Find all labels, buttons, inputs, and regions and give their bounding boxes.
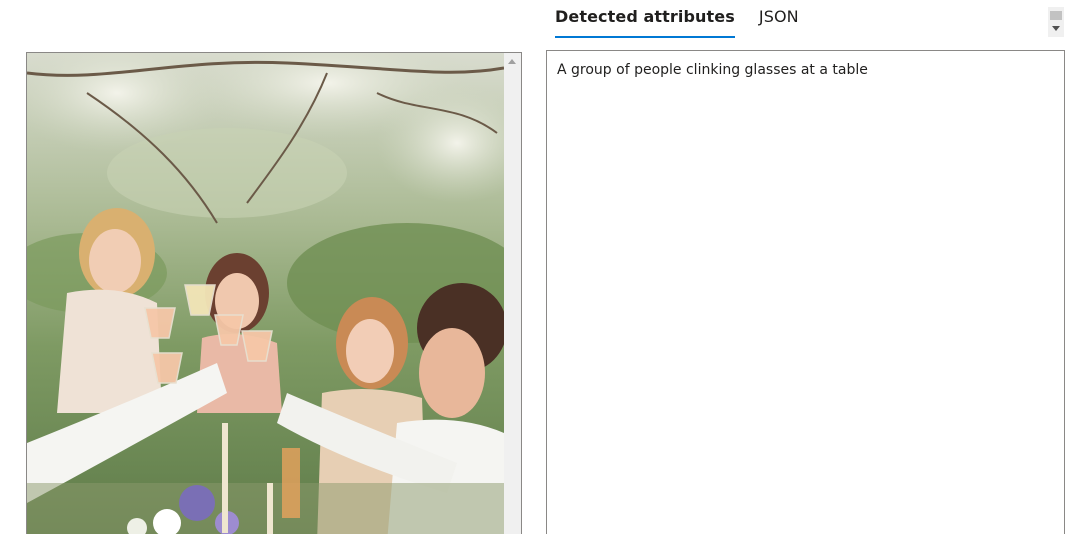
image-scrollbar[interactable] [504,53,521,534]
scroll-down-arrow-icon[interactable] [1052,26,1060,31]
scroll-thumb[interactable] [1050,11,1062,20]
uploaded-photo [27,53,504,534]
tab-detected-attributes[interactable]: Detected attributes [555,0,735,38]
tabs-scroll-control[interactable] [1048,7,1064,37]
tab-json-label: JSON [758,7,799,26]
tab-json[interactable]: JSON [759,0,799,38]
image-viewer[interactable] [26,52,522,534]
result-tabs: Detected attributes JSON [555,0,823,40]
page: Detected attributes JSON A group of peop… [0,0,1075,534]
result-panel[interactable]: A group of people clinking glasses at a … [546,50,1065,534]
tab-detected-attributes-label: Detected attributes [555,7,735,26]
caption-text: A group of people clinking glasses at a … [557,62,868,78]
scroll-up-arrow-icon[interactable] [508,59,516,64]
